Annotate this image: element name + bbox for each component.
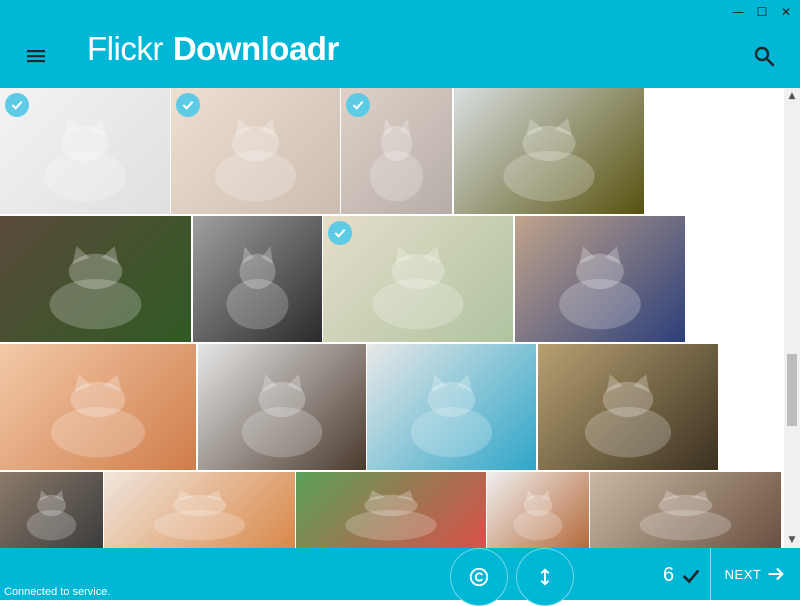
photo-tile[interactable]: [454, 88, 644, 214]
app-title: Flickr Downloadr: [87, 30, 339, 68]
photo-tile[interactable]: [104, 472, 295, 548]
photo-tile[interactable]: [0, 344, 196, 470]
license-filter-button[interactable]: [450, 548, 508, 606]
scroll-thumb[interactable]: [787, 354, 797, 426]
photo-tile[interactable]: [487, 472, 589, 548]
next-button-label: NEXT: [724, 566, 762, 582]
photo-tile[interactable]: [171, 88, 340, 214]
app-title-downloadr: Downloadr: [172, 30, 340, 67]
search-button[interactable]: [752, 44, 776, 68]
selected-check-icon: [176, 93, 200, 117]
arrow-right-icon: [768, 567, 785, 581]
photo-tile[interactable]: [341, 88, 452, 214]
checkmark-icon: [682, 569, 700, 584]
flickr-downloadr-window: — ☐ ✕ Flickr Downloadr ▲ ▼ Connected to …: [0, 0, 800, 606]
photo-tile[interactable]: [323, 216, 513, 342]
minimize-button[interactable]: —: [730, 4, 746, 20]
hamburger-menu-icon: [27, 50, 45, 63]
maximize-button[interactable]: ☐: [754, 4, 770, 20]
app-footer: Connected to service. 6 NEXT: [0, 548, 800, 606]
photo-image: [559, 246, 641, 330]
photo-tile[interactable]: [296, 472, 486, 548]
photo-image: [345, 490, 437, 541]
photo-grid: [0, 88, 784, 548]
selected-check-icon: [5, 93, 29, 117]
app-title-flickr: Flickr: [87, 30, 163, 67]
photo-tile[interactable]: [590, 472, 781, 548]
photo-image: [513, 490, 563, 541]
close-button[interactable]: ✕: [778, 4, 794, 20]
next-button[interactable]: NEXT: [712, 548, 800, 600]
copyright-icon: [469, 567, 489, 587]
photo-image: [241, 374, 323, 458]
photo-tile[interactable]: [0, 472, 103, 548]
photo-image: [26, 490, 77, 541]
search-icon: [754, 46, 775, 67]
photo-image: [503, 118, 595, 202]
photo-image: [50, 374, 146, 458]
selected-count: 6: [663, 564, 702, 587]
app-header: — ☐ ✕ Flickr Downloadr: [0, 0, 800, 88]
photo-image: [153, 490, 246, 541]
photo-image: [226, 246, 289, 330]
photo-tile[interactable]: [198, 344, 366, 470]
photo-tile[interactable]: [0, 88, 170, 214]
sort-order-button[interactable]: [516, 548, 574, 606]
window-controls: — ☐ ✕: [730, 4, 794, 20]
status-text: Connected to service.: [4, 586, 111, 598]
photo-image: [639, 490, 732, 541]
photo-image: [410, 374, 493, 458]
menu-button[interactable]: [24, 44, 48, 68]
vertical-scrollbar[interactable]: ▲ ▼: [784, 88, 800, 548]
photo-image: [49, 246, 142, 330]
scroll-up-arrow-icon[interactable]: ▲: [784, 88, 800, 104]
photo-tile[interactable]: [538, 344, 718, 470]
selected-check-icon: [328, 221, 352, 245]
photo-tile[interactable]: [367, 344, 536, 470]
photo-tile[interactable]: [0, 216, 191, 342]
photo-image: [584, 374, 672, 458]
photo-tile[interactable]: [515, 216, 685, 342]
photo-tile[interactable]: [193, 216, 322, 342]
selected-check-icon: [346, 93, 370, 117]
footer-divider: [710, 548, 711, 600]
vertical-arrows-icon: [540, 568, 550, 586]
scroll-down-arrow-icon[interactable]: ▼: [784, 532, 800, 548]
selected-count-number: 6: [663, 564, 675, 586]
